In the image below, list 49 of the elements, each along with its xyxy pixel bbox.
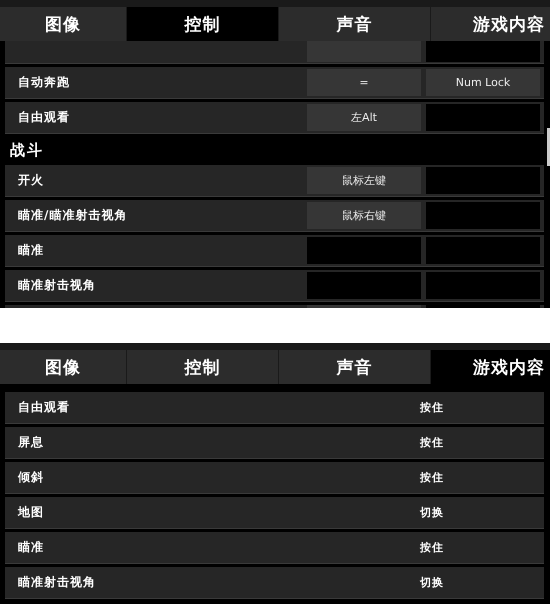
key-field[interactable] bbox=[426, 202, 540, 229]
key-field[interactable] bbox=[426, 305, 540, 308]
key-field[interactable] bbox=[426, 237, 540, 264]
option-value: 按住 bbox=[420, 470, 445, 485]
key-field[interactable] bbox=[426, 104, 540, 131]
tab[interactable]: 控制 bbox=[127, 350, 278, 384]
key-field[interactable] bbox=[426, 41, 540, 62]
option-row[interactable]: 地图 切换 bbox=[5, 497, 544, 529]
option-value: 切换 bbox=[420, 505, 445, 520]
option-label: 地图 bbox=[18, 504, 45, 521]
key-field[interactable]: Num Lock bbox=[426, 69, 540, 96]
key-field[interactable]: 鼠标右键 bbox=[307, 202, 421, 229]
tab[interactable]: 游戏内容 bbox=[431, 350, 550, 384]
action-label: 瞄准/瞄准射击视角 bbox=[18, 207, 128, 224]
scrollbar[interactable] bbox=[547, 128, 550, 166]
option-value: 按住 bbox=[420, 435, 445, 450]
key-field[interactable]: 左Alt bbox=[307, 104, 421, 131]
tab[interactable]: 游戏内容 bbox=[431, 7, 550, 41]
option-value: 按住 bbox=[420, 540, 445, 555]
key-field[interactable] bbox=[426, 272, 540, 299]
option-label: 倾斜 bbox=[18, 469, 45, 486]
key-field[interactable] bbox=[307, 237, 421, 264]
action-label: 自由观看 bbox=[18, 109, 71, 126]
key-field[interactable]: = bbox=[307, 69, 421, 96]
tab[interactable]: 控制 bbox=[127, 7, 278, 41]
option-label: 自由观看 bbox=[18, 399, 71, 416]
key-field[interactable]: 鼠标左键 bbox=[307, 167, 421, 194]
option-label: 瞄准射击视角 bbox=[18, 574, 97, 591]
option-row[interactable]: 自由观看 按住 bbox=[5, 392, 544, 424]
tab[interactable]: 图像 bbox=[0, 7, 126, 41]
option-value: 切换 bbox=[420, 575, 445, 590]
option-label: 瞄准 bbox=[18, 539, 45, 556]
tab[interactable]: 声音 bbox=[279, 350, 430, 384]
option-value: 按住 bbox=[420, 400, 445, 415]
option-row[interactable]: 屏息 按住 bbox=[5, 427, 544, 459]
option-label: 屏息 bbox=[18, 434, 45, 451]
option-row[interactable]: 倾斜 按住 bbox=[5, 462, 544, 494]
action-label: 瞄准 bbox=[18, 242, 45, 259]
option-row[interactable]: 瞄准 按住 bbox=[5, 532, 544, 564]
action-label: 自动奔跑 bbox=[18, 74, 71, 91]
key-field[interactable] bbox=[307, 272, 421, 299]
key-field[interactable] bbox=[307, 305, 421, 308]
section-heading: 战斗 bbox=[9, 140, 45, 161]
action-label: 开火 bbox=[18, 172, 45, 189]
tab[interactable]: 图像 bbox=[0, 350, 126, 384]
option-row[interactable]: 瞄准射击视角 切换 bbox=[5, 567, 544, 599]
action-label: 瞄准射击视角 bbox=[18, 277, 97, 294]
tab[interactable]: 声音 bbox=[279, 7, 430, 41]
key-field[interactable] bbox=[426, 167, 540, 194]
